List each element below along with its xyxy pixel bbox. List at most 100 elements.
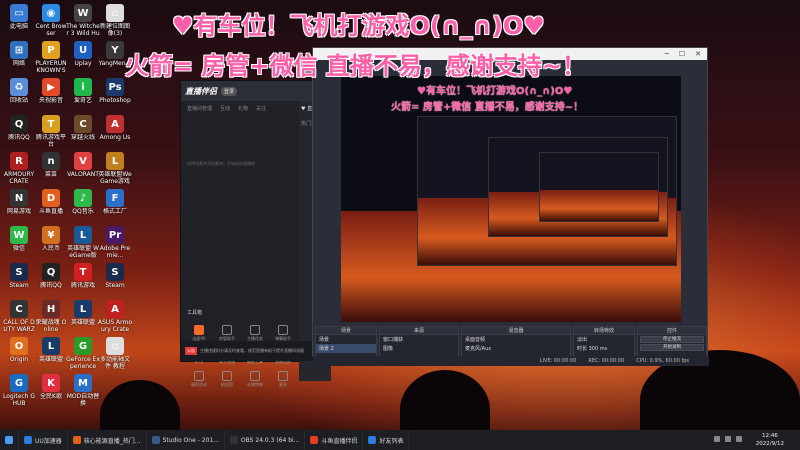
- desktop-icon[interactable]: Ps Photoshop: [98, 78, 132, 104]
- app-icon: [310, 436, 319, 444]
- desktop-icon[interactable]: K 全民K歌: [34, 374, 68, 400]
- toolbox-item[interactable]: 礼物特效: [241, 371, 269, 388]
- taskbar-app[interactable]: OBS 24.0.3 (64 bi...: [225, 430, 306, 450]
- desktop-icon[interactable]: ♪ QQ音乐: [66, 189, 100, 215]
- stop-streaming-button[interactable]: 停止推流: [640, 336, 704, 343]
- desktop-icon[interactable]: ▭ 此电脑: [2, 4, 36, 30]
- desktop-icon[interactable]: ♻ 回收站: [2, 78, 36, 104]
- desktop-icon[interactable]: R ARMOURY CRATE: [2, 152, 36, 185]
- notice-text[interactable]: 主播违规扣分请及时查看，规范直播有助于提升直播间流量: [200, 348, 304, 354]
- desktop-icon[interactable]: ▫ 多动能轴文件 教程: [98, 337, 132, 370]
- companion-tab[interactable]: 直播间管理: [187, 105, 212, 112]
- transition-select[interactable]: 淡出: [574, 335, 634, 344]
- desktop-icon-label: 全民K歌: [40, 393, 62, 400]
- desktop-icon[interactable]: WThe Witcher 3 Wild Hunt: [66, 4, 100, 37]
- desktop-icon[interactable]: O Origin: [2, 337, 36, 363]
- close-icon[interactable]: ✕: [695, 50, 701, 58]
- tool-icon: [250, 325, 260, 335]
- scene-item[interactable]: 场景: [316, 335, 376, 344]
- toolbox-item[interactable]: 连麦PK: [185, 325, 213, 342]
- desktop-icon[interactable]: C 穿越火线: [66, 115, 100, 141]
- taskbar-app[interactable]: UU加速器: [19, 430, 68, 450]
- desktop-icon[interactable]: i 爱奇艺: [66, 78, 100, 104]
- tray-icon[interactable]: [714, 436, 720, 442]
- desktop-icon-label: Uplay: [74, 60, 92, 67]
- app-icon: [368, 436, 377, 444]
- desktop-icon[interactable]: U Uplay: [66, 41, 100, 67]
- obs-preview[interactable]: ♥有车位！飞机打游戏O(∩_∩)O♥ 火箭= 房管+微信 直播不易，感谢支持~！: [341, 76, 681, 322]
- tool-label: 福利活动: [191, 382, 207, 387]
- desktop-icon[interactable]: S Steam: [2, 263, 36, 289]
- start-button[interactable]: [0, 430, 19, 450]
- app-icon: A: [106, 115, 124, 133]
- desktop-icon[interactable]: M MOD自动替换: [66, 374, 100, 407]
- desktop-icon[interactable]: W 微信: [2, 226, 36, 252]
- taskbar-app[interactable]: Studio One - 201...: [147, 430, 225, 450]
- desktop-icon[interactable]: Pr Adobe Premie...: [98, 226, 132, 259]
- desktop-icon[interactable]: L 英雄联盟 WeGame版: [66, 226, 100, 259]
- tray-icon[interactable]: [725, 436, 731, 442]
- desktop-icon-label: Steam: [105, 282, 125, 289]
- login-badge[interactable]: 登录: [221, 86, 238, 96]
- app-icon: A: [106, 300, 124, 318]
- desktop-icon[interactable]: H 荣耀战魂 Online: [34, 300, 68, 333]
- desktop-icon[interactable]: N 网易游戏: [2, 189, 36, 215]
- start-recording-button[interactable]: 开始录制: [640, 344, 704, 351]
- desktop-icon[interactable]: ▶ 央视影音: [34, 78, 68, 104]
- controls-dock: 控件 停止推流 开始录制: [637, 326, 707, 358]
- taskbar-app[interactable]: 斗鱼直播伴侣: [305, 430, 364, 450]
- transition-duration[interactable]: 时长 300 ms: [574, 344, 634, 353]
- taskbar-app[interactable]: 好友列表: [363, 430, 410, 450]
- desktop-icon-label: 英雄联盟 WeGame版: [67, 245, 99, 259]
- companion-tab[interactable]: 关注: [256, 105, 266, 112]
- desktop-icon[interactable]: G GeForce Experience: [66, 337, 100, 370]
- companion-tab[interactable]: 互动: [220, 105, 230, 112]
- toolbox-item[interactable]: 房管助手: [213, 325, 241, 342]
- desktop-icon-label: Logitech G HUB: [2, 393, 36, 407]
- toolbox-item[interactable]: 粉丝团: [213, 371, 241, 388]
- desktop-icon[interactable]: ▫ 新建位图图像(3): [98, 4, 132, 37]
- toolbox-item[interactable]: 弹幕助手: [269, 325, 297, 342]
- scene-item[interactable]: 场景 2: [316, 344, 376, 353]
- desktop-icon-label: 多动能轴文件 教程: [99, 356, 130, 370]
- desktop-icon[interactable]: L 英雄联盟: [66, 300, 100, 326]
- desktop-icon[interactable]: D 斗鱼直播: [34, 189, 68, 215]
- desktop-icon[interactable]: L英雄联盟WeGame游戏(LMA): [98, 152, 132, 185]
- desktop-icon[interactable]: G Logitech G HUB: [2, 374, 36, 407]
- app-icon: ¥: [42, 226, 60, 244]
- taskbar-app[interactable]: 核心能源直播_热门...: [68, 430, 147, 450]
- desktop-icon[interactable]: PPLAYERUNKNOWN'S BATTLEGR...: [34, 41, 68, 74]
- desktop-icon[interactable]: S Steam: [98, 263, 132, 289]
- desktop-icon[interactable]: L 英雄联盟: [34, 337, 68, 363]
- desktop-icon[interactable]: A ASUS Armoury Crate: [98, 300, 132, 333]
- desktop-icon[interactable]: A Among Us: [98, 115, 132, 141]
- minimize-icon[interactable]: ─: [665, 50, 669, 58]
- desktop-icon[interactable]: T 腾讯游戏: [66, 263, 100, 289]
- desktop-icon[interactable]: V VALORANT: [66, 152, 100, 178]
- app-icon: L: [74, 226, 92, 244]
- desktop-icon[interactable]: CCALL OF DUTY WARZONE: [2, 300, 36, 333]
- desktop-icon-grid: ▭此电脑◉Cent BrowserWThe Witcher 3 Wild Hun…: [0, 0, 132, 430]
- toolbox-item[interactable]: 更多: [269, 371, 297, 388]
- toolbox-item[interactable]: 福利活动: [185, 371, 213, 388]
- overlay-text-line1: ♥有车位！飞机打游戏O(∩_∩)O♥: [172, 12, 545, 40]
- desktop-icon[interactable]: n 菜苗: [34, 152, 68, 178]
- source-item[interactable]: 窗口捕获: [380, 335, 458, 344]
- desktop-icon[interactable]: ◉ Cent Browser: [34, 4, 68, 37]
- source-item[interactable]: 图像: [380, 344, 458, 353]
- tray-icon[interactable]: [736, 436, 742, 442]
- desktop-icon[interactable]: Q 腾讯QQ: [34, 263, 68, 289]
- maximize-icon[interactable]: ☐: [679, 50, 685, 58]
- desktop-icon[interactable]: T 腾讯游戏平台: [34, 115, 68, 148]
- taskbar-app-label: 核心能源直播_热门...: [83, 437, 141, 445]
- companion-tab[interactable]: 礼物: [238, 105, 248, 112]
- desktop-icon[interactable]: ¥ 人民币: [34, 226, 68, 252]
- desktop-icon[interactable]: ⊞ 网络: [2, 41, 36, 67]
- desktop-icon-label: 腾讯游戏: [70, 282, 95, 289]
- toolbox-item[interactable]: 主播任务: [241, 325, 269, 342]
- app-icon: Ps: [106, 78, 124, 96]
- taskbar-clock[interactable]: 12:46 2022/9/12: [756, 432, 784, 448]
- nested-preview-1: [417, 116, 677, 266]
- desktop-icon[interactable]: F 格式工厂: [98, 189, 132, 215]
- desktop-icon[interactable]: Q 腾讯QQ: [2, 115, 36, 141]
